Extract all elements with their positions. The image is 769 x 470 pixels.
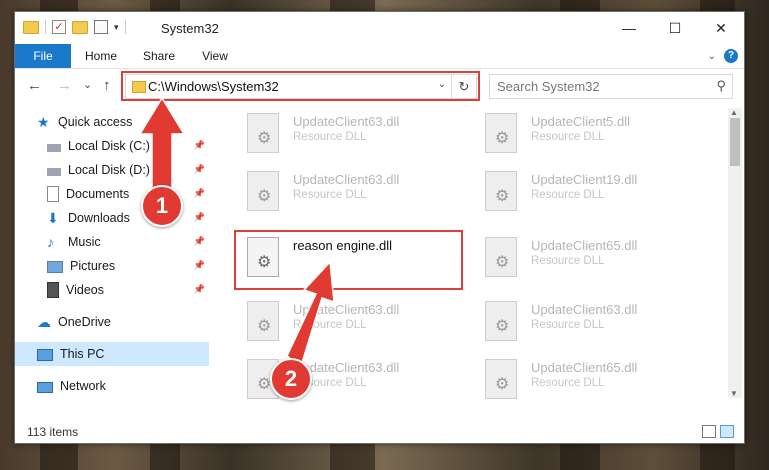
step-1-badge: 1 xyxy=(141,185,183,227)
annotation-arrows xyxy=(138,96,335,368)
arrow-1 xyxy=(138,96,186,195)
step-2-badge: 2 xyxy=(270,358,312,400)
arrow-2 xyxy=(286,260,335,368)
